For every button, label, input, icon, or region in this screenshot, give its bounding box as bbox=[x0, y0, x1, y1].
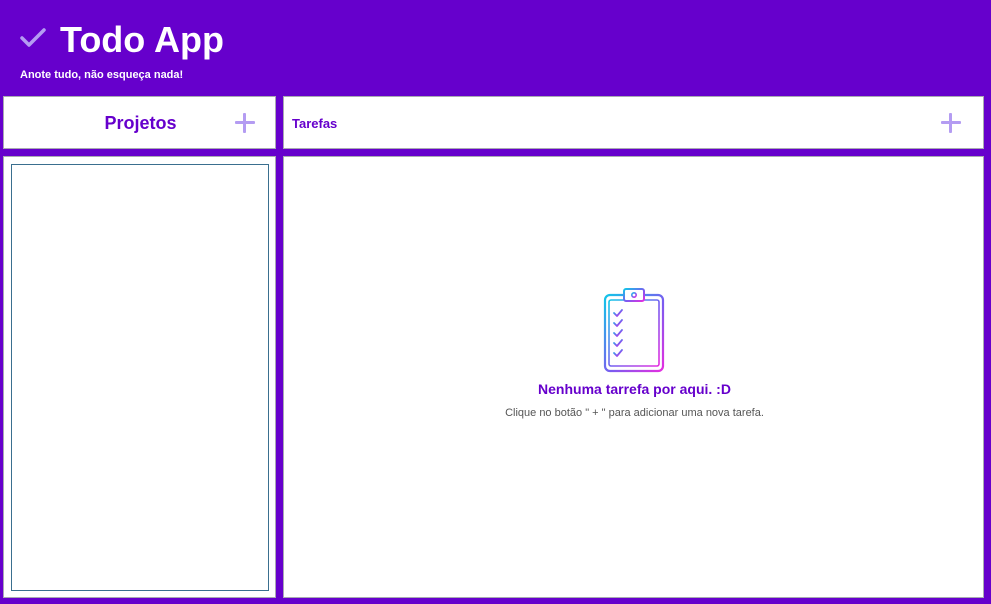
projects-header: Projetos bbox=[3, 96, 276, 149]
tasks-title: Tarefas bbox=[292, 116, 338, 131]
projects-list[interactable] bbox=[11, 164, 269, 591]
add-project-button[interactable] bbox=[234, 112, 256, 134]
app-title: Todo App bbox=[60, 19, 224, 60]
tasks-panel: Nenhuma tarrefa por aqui. :D Clique no b… bbox=[283, 156, 984, 598]
clipboard-checklist-icon bbox=[603, 288, 665, 373]
app-subtitle: Anote tudo, não esqueça nada! bbox=[20, 69, 184, 81]
empty-state-title: Nenhuma tarrefa por aqui. :D bbox=[538, 381, 731, 397]
tasks-header: Tarefas bbox=[283, 96, 984, 149]
projects-panel bbox=[3, 156, 276, 598]
empty-state-hint: Clique no botão " + " para adicionar uma… bbox=[505, 407, 764, 419]
tasks-empty-state: Nenhuma tarrefa por aqui. :D Clique no b… bbox=[284, 157, 985, 599]
check-icon bbox=[20, 28, 46, 47]
app-header: Todo App Anote tudo, não esqueça nada! bbox=[0, 0, 991, 95]
add-task-button[interactable] bbox=[940, 112, 962, 134]
